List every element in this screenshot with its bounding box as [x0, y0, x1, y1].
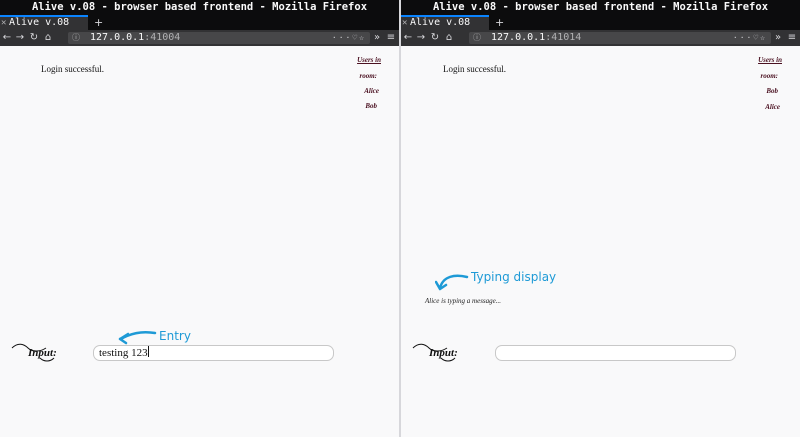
url-port: :41014 [545, 32, 582, 43]
typing-indicator: Alice is typing a message... [425, 297, 502, 305]
users-list-title-line2: room: [760, 72, 779, 80]
user-list-item: Alice [364, 87, 379, 95]
annotation-typing-display: Typing display [471, 270, 557, 284]
status-message: Login successful. [443, 64, 506, 74]
page-content: Login successful. Users in room: Bob Ali… [401, 46, 800, 437]
back-icon[interactable]: ← [2, 30, 12, 46]
users-list-title: Users in [357, 56, 381, 64]
users-list-title-line2: room: [359, 72, 378, 80]
chat-input[interactable] [495, 345, 736, 361]
page-actions-icon[interactable]: ···♡☆ [332, 32, 366, 44]
window-title: Alive v.08 - browser based frontend - Mo… [401, 0, 800, 15]
nav-bar: ← → ↻ ⌂ ⓘ 127.0.0.1:41014 ···♡☆ » ≡ [401, 30, 800, 46]
users-list-title: Users in [758, 56, 782, 64]
input-label: Input: [28, 347, 57, 359]
user-list-item: Alice [765, 103, 780, 111]
text-caret [147, 346, 149, 357]
tab-label: Alive v.08 [9, 17, 70, 28]
tab-active[interactable]: ✕ Alive v.08 [401, 15, 489, 30]
browser-window-left: Alive v.08 - browser based frontend - Mo… [0, 0, 399, 437]
user-list-item: Bob [365, 102, 377, 110]
menu-icon[interactable]: ≡ [787, 30, 797, 46]
page-content: Login successful. Users in room: Alice B… [0, 46, 399, 437]
site-info-icon[interactable]: ⓘ [72, 32, 80, 44]
new-tab-icon[interactable]: + [94, 15, 103, 30]
new-tab-icon[interactable]: + [495, 15, 504, 30]
tab-active[interactable]: ✕ Alive v.08 [0, 15, 88, 30]
forward-icon[interactable]: → [15, 30, 25, 46]
reload-icon[interactable]: ↻ [430, 30, 440, 46]
tab-bar: ✕ Alive v.08 + [0, 15, 399, 30]
tab-label: Alive v.08 [410, 17, 471, 28]
arrow-icon [435, 274, 469, 291]
users-title-line1: Users in [758, 56, 782, 64]
tab-bar: ✕ Alive v.08 + [401, 15, 800, 30]
close-icon[interactable]: ✕ [1, 17, 6, 29]
page-actions-icon[interactable]: ···♡☆ [733, 32, 767, 44]
home-icon[interactable]: ⌂ [43, 30, 53, 46]
window-title: Alive v.08 - browser based frontend - Mo… [0, 0, 399, 15]
input-label: Input: [429, 347, 458, 359]
url-bar[interactable]: ⓘ 127.0.0.1:41014 ···♡☆ [469, 32, 771, 44]
chat-input-value: testing 123 [99, 347, 148, 359]
back-icon[interactable]: ← [403, 30, 413, 46]
menu-icon[interactable]: ≡ [386, 30, 396, 46]
site-info-icon[interactable]: ⓘ [473, 32, 481, 44]
status-message: Login successful. [41, 64, 104, 74]
user-list-item: Bob [766, 87, 778, 95]
overflow-icon[interactable]: » [372, 30, 382, 46]
forward-icon[interactable]: → [416, 30, 426, 46]
annotation-entry: Entry [159, 329, 191, 343]
home-icon[interactable]: ⌂ [444, 30, 454, 46]
browser-window-right: Alive v.08 - browser based frontend - Mo… [401, 0, 800, 437]
overflow-icon[interactable]: » [773, 30, 783, 46]
nav-bar: ← → ↻ ⌂ ⓘ 127.0.0.1:41004 ···♡☆ » ≡ [0, 30, 399, 46]
url-bar[interactable]: ⓘ 127.0.0.1:41004 ···♡☆ [68, 32, 370, 44]
close-icon[interactable]: ✕ [402, 17, 407, 29]
users-title-line1: Users in [357, 56, 381, 64]
arrow-icon [118, 331, 157, 345]
url-host: 127.0.0.1 [491, 32, 546, 43]
url-host: 127.0.0.1 [90, 32, 145, 43]
chat-input[interactable]: testing 123 [93, 345, 334, 361]
url-port: :41004 [144, 32, 181, 43]
reload-icon[interactable]: ↻ [29, 30, 39, 46]
